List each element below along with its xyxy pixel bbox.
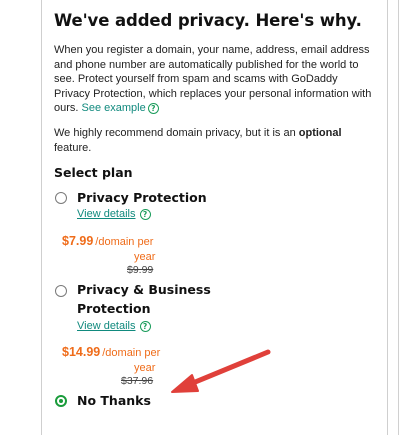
recommend-text: We highly recommend domain privacy, but … bbox=[54, 127, 299, 139]
privacy-business-radio[interactable] bbox=[55, 285, 67, 297]
price-value: $14.99 bbox=[62, 345, 101, 359]
price-value: $7.99 bbox=[62, 234, 94, 248]
privacy-business-label-line2: Protection bbox=[77, 301, 151, 316]
select-plan-heading: Select plan bbox=[54, 165, 133, 180]
recommendation-paragraph: We highly recommend domain privacy, but … bbox=[54, 126, 374, 155]
red-arrow-icon bbox=[171, 349, 271, 393]
privacy-business-label[interactable]: Privacy & Business Protection bbox=[77, 280, 211, 318]
original-price: $9.99 bbox=[127, 264, 154, 276]
privacy-protection-label[interactable]: Privacy Protection bbox=[77, 188, 207, 207]
recommend-text-end: feature. bbox=[54, 141, 92, 154]
privacy-business-price: $14.99/domain per bbox=[62, 343, 160, 361]
recommend-emphasis: optional bbox=[298, 127, 342, 139]
intro-paragraph: When you register a domain, your name, a… bbox=[54, 43, 374, 116]
no-thanks-radio[interactable] bbox=[55, 395, 67, 407]
price-unit: /domain per bbox=[102, 347, 161, 359]
privacy-protection-radio[interactable] bbox=[55, 192, 67, 204]
price-unit-year: year bbox=[134, 251, 156, 263]
view-details-label: View details bbox=[77, 320, 136, 332]
page-title: We've added privacy. Here's why. bbox=[54, 11, 362, 30]
privacy-protection-price: $7.99/domain per bbox=[62, 232, 153, 250]
privacy-protection-view-details[interactable]: View details? bbox=[77, 208, 151, 220]
see-example-label: See example bbox=[81, 102, 146, 115]
privacy-business-label-line1: Privacy & Business bbox=[77, 282, 211, 297]
question-circle-icon: ? bbox=[139, 209, 151, 220]
question-circle-icon: ? bbox=[147, 103, 159, 115]
price-unit: /domain per bbox=[95, 236, 154, 248]
original-price: $37.96 bbox=[121, 375, 154, 387]
window-edge bbox=[398, 0, 399, 435]
price-unit-year: year bbox=[134, 362, 156, 374]
question-circle-icon: ? bbox=[139, 321, 151, 332]
see-example-link[interactable]: See example? bbox=[81, 102, 159, 115]
privacy-business-view-details[interactable]: View details? bbox=[77, 320, 151, 332]
no-thanks-label[interactable]: No Thanks bbox=[77, 391, 151, 410]
view-details-label: View details bbox=[77, 208, 136, 220]
